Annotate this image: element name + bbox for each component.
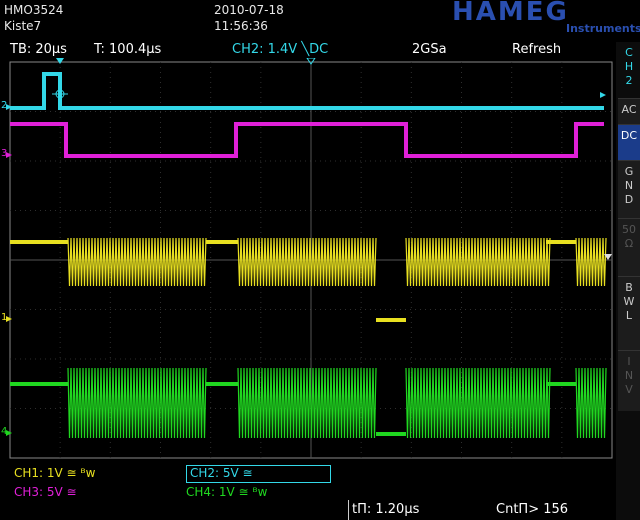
- side-menu-button[interactable]: 50 Ω: [618, 218, 640, 279]
- side-menu-button[interactable]: DC: [618, 124, 640, 163]
- pulse-count-readout: CntΠ> 156: [496, 502, 569, 517]
- model-label: HMO3524: [4, 3, 64, 17]
- side-menu-button-char: V: [625, 383, 633, 396]
- side-menu-button-char: B: [625, 281, 633, 294]
- brand-subtitle: Instruments: [566, 22, 640, 35]
- sample-rate-readout: 2GSa: [412, 42, 447, 57]
- acquisition-mode-readout[interactable]: Refresh: [512, 42, 561, 57]
- ch4-info[interactable]: CH4: 1V ≅ ᴮᴡ: [186, 485, 267, 499]
- side-menu-button-char: 50: [622, 223, 636, 236]
- side-menu-button-char: W: [623, 295, 635, 308]
- side-menu-button-char: AC: [621, 103, 637, 116]
- side-menu-button-char: L: [625, 309, 633, 322]
- ch2-info[interactable]: CH2: 5V ≅: [186, 465, 331, 483]
- pulse-width-readout: tΠ: 1.20µs: [352, 502, 420, 517]
- side-menu-channel-char: 2: [625, 74, 633, 87]
- side-menu-button-char: DC: [620, 129, 638, 142]
- side-menu-channel-char: H: [624, 60, 634, 73]
- side-menu-button-char: D: [624, 193, 634, 206]
- side-menu-button-char: N: [624, 369, 634, 382]
- trigger-time-readout[interactable]: T: 100.4µs: [94, 42, 161, 57]
- side-menu-button-char: Ω: [624, 237, 634, 250]
- timebase-readout[interactable]: TB: 20µs: [10, 42, 67, 57]
- side-menu-button[interactable]: GND: [618, 160, 640, 221]
- brand-logo: HAMEG: [452, 0, 569, 27]
- time-label: 11:56:36: [214, 19, 268, 33]
- ch3-info[interactable]: CH3: 5V ≅: [14, 485, 77, 499]
- footer-divider: [348, 500, 349, 520]
- side-menu-channel-char: C: [625, 46, 633, 59]
- side-menu-button-char: I: [627, 355, 631, 368]
- waveform-display[interactable]: 2314: [0, 58, 616, 462]
- side-menu-button[interactable]: INV: [618, 350, 640, 411]
- trigger-channel-readout[interactable]: CH2: 1.4V ╲DC: [232, 42, 328, 57]
- side-menu-button[interactable]: BWL: [618, 276, 640, 353]
- date-label: 2010-07-18: [214, 3, 284, 17]
- ch1-info[interactable]: CH1: 1V ≅ ᴮᴡ: [14, 466, 95, 480]
- side-menu-button[interactable]: AC: [618, 98, 640, 127]
- setup-label: Kiste7: [4, 19, 42, 33]
- side-menu-button-char: N: [624, 179, 634, 192]
- side-menu-channel-title: CH2: [618, 46, 640, 88]
- side-menu-button-char: G: [624, 165, 634, 178]
